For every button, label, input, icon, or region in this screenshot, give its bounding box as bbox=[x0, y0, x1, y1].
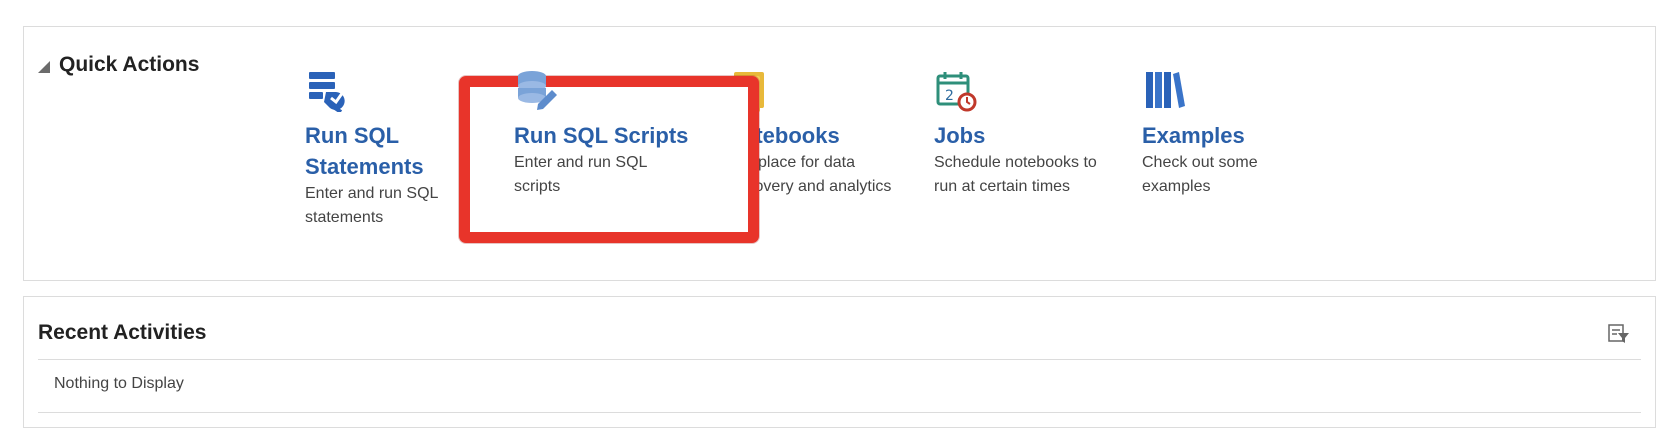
run-sql-scripts-desc-line1: Enter and run SQL bbox=[514, 154, 648, 171]
action-examples[interactable]: Examples Check out some examples bbox=[1142, 68, 1342, 199]
books-icon bbox=[1146, 72, 1185, 108]
action-run-sql-scripts[interactable]: Run SQL Scripts Enter and run SQL script… bbox=[514, 68, 714, 199]
run-sql-scripts-desc-line2: scripts bbox=[514, 178, 561, 195]
jobs-desc-line1: Schedule notebooks to bbox=[934, 154, 1097, 171]
sql-scripts-icon bbox=[518, 71, 557, 110]
collapse-triangle-icon[interactable] bbox=[38, 60, 50, 73]
quick-actions-header[interactable]: Quick Actions bbox=[38, 53, 199, 77]
action-run-sql-statements[interactable]: Run SQL Statements Enter and run SQL sta… bbox=[305, 68, 480, 230]
run-sql-statements-title-line1[interactable]: Run SQL bbox=[305, 120, 480, 151]
examples-title[interactable]: Examples bbox=[1142, 120, 1342, 151]
jobs-title[interactable]: Jobs bbox=[934, 120, 1134, 151]
empty-state-text: Nothing to Display bbox=[54, 375, 184, 392]
svg-text:2: 2 bbox=[945, 88, 954, 104]
examples-desc-line1: Check out some bbox=[1142, 154, 1258, 171]
examples-desc-line2: examples bbox=[1142, 178, 1211, 195]
divider bbox=[38, 359, 1641, 360]
action-jobs[interactable]: 2 Jobs Schedule notebooks to run at cert… bbox=[934, 68, 1134, 199]
recent-activities-panel: Recent Activities Nothing to Display bbox=[23, 296, 1656, 428]
run-sql-statements-title-line2[interactable]: Statements bbox=[305, 151, 480, 182]
run-sql-scripts-title[interactable]: Run SQL Scripts bbox=[514, 120, 714, 151]
filter-icon[interactable] bbox=[1608, 323, 1630, 345]
quick-actions-title: Quick Actions bbox=[59, 53, 200, 76]
recent-activities-title: Recent Activities bbox=[38, 321, 207, 344]
calendar-clock-icon: 2 bbox=[936, 72, 977, 112]
run-sql-statements-desc-line1: Enter and run SQL bbox=[305, 185, 439, 202]
run-sql-statements-desc-line2: statements bbox=[305, 209, 384, 226]
divider bbox=[38, 412, 1641, 413]
run-sql-icon bbox=[309, 72, 345, 112]
jobs-desc-line2: run at certain times bbox=[934, 178, 1071, 195]
